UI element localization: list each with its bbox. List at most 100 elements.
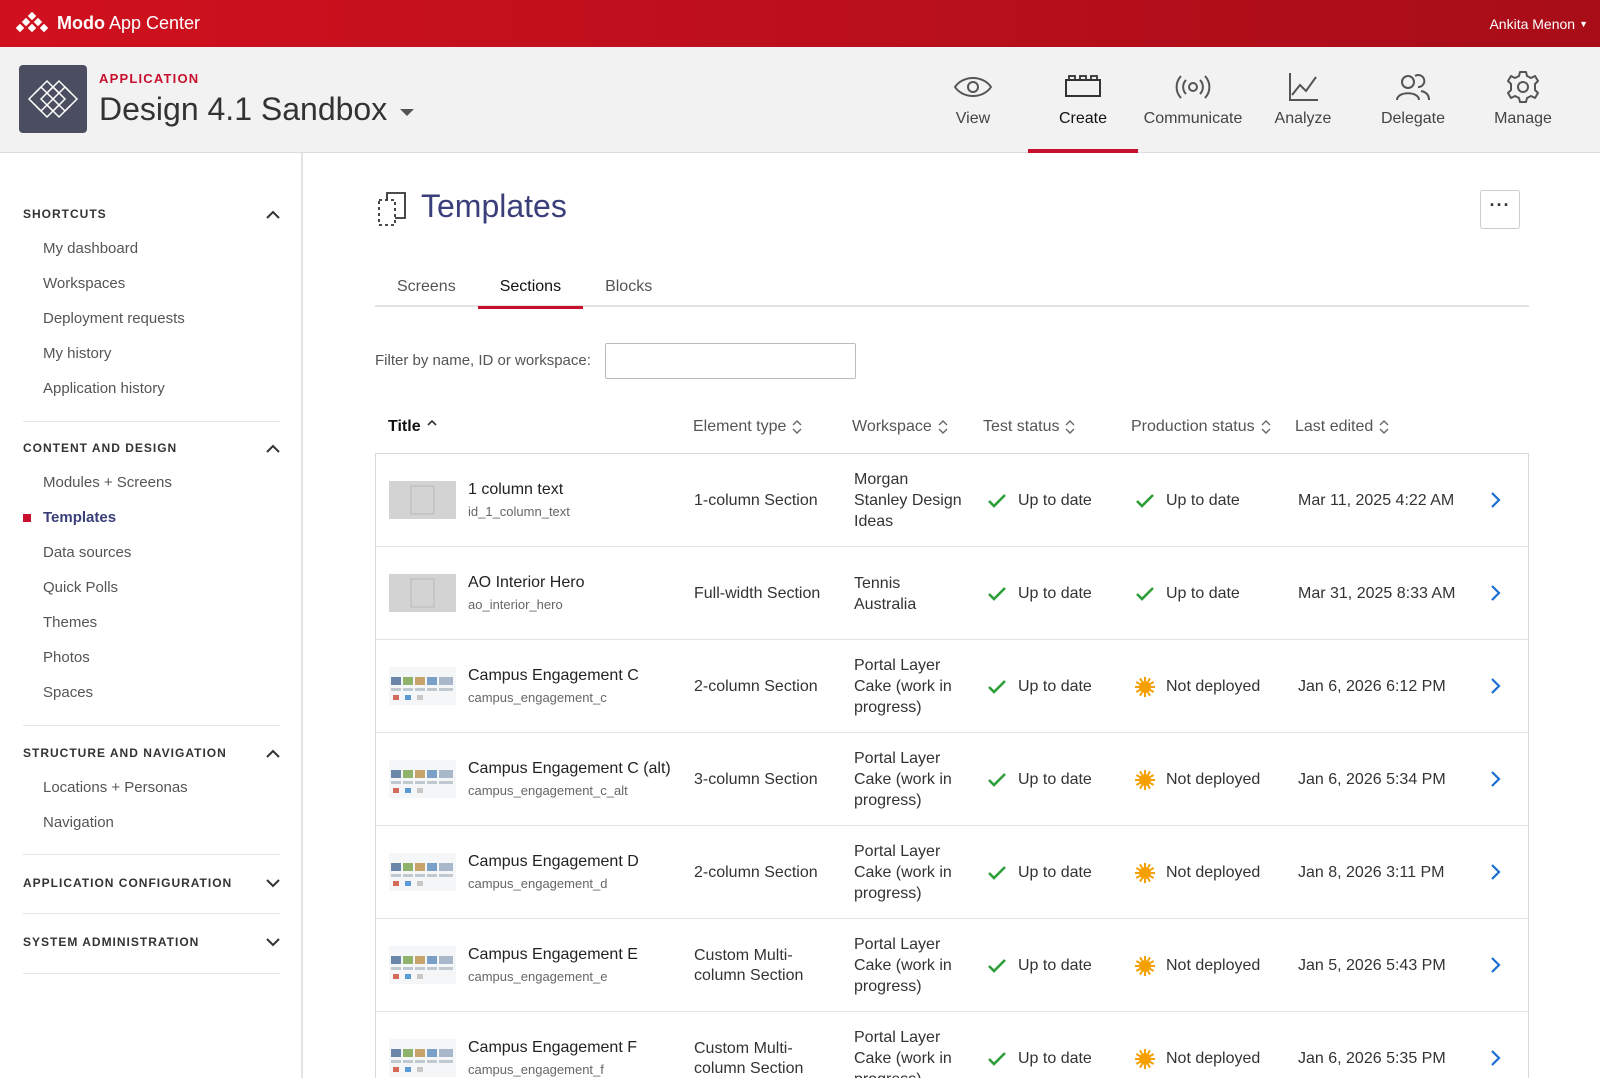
pending-badge-icon (1135, 955, 1155, 976)
sidebar-item-workspaces[interactable]: Workspaces (23, 266, 280, 301)
table-row[interactable]: Campus Engagement C campus_engagement_c 2-… (376, 640, 1528, 733)
table-row[interactable]: Campus Engagement C (alt) campus_engageme… (376, 733, 1528, 826)
test-status: Up to date (986, 547, 1092, 640)
sidebar-item-deployment-requests[interactable]: Deployment requests (23, 301, 280, 336)
sidebar-section-toggle[interactable]: SYSTEM ADMINISTRATION (23, 932, 280, 952)
tab-blocks[interactable]: Blocks (583, 266, 674, 307)
nav-label: View (955, 110, 991, 127)
template-title[interactable]: Campus Engagement C (468, 667, 639, 685)
sidebar-section-system-admin: SYSTEM ADMINISTRATION (23, 932, 280, 952)
sidebar-item-navigation[interactable]: Navigation (23, 805, 280, 840)
template-title[interactable]: AO Interior Hero (468, 574, 584, 592)
column-header-last-edited[interactable]: Last edited (1295, 418, 1389, 436)
sidebar-section-toggle[interactable]: SHORTCUTS (23, 204, 280, 224)
sidebar-item-locations-personas[interactable]: Locations + Personas (23, 770, 280, 805)
app-label: APPLICATION (99, 71, 200, 86)
column-header-element-type[interactable]: Element type (693, 418, 802, 436)
table-row[interactable]: Campus Engagement D campus_engagement_d 2-… (376, 826, 1528, 919)
sidebar-section-content-design: CONTENT AND DESIGN Modules + Screens Tem… (23, 438, 280, 710)
sidebar-item-quick-polls[interactable]: Quick Polls (23, 570, 280, 605)
workspace: Portal Layer Cake (work in progress) (854, 657, 952, 716)
sidebar-item-templates[interactable]: Templates (23, 500, 280, 535)
chevron-up-icon (266, 749, 280, 758)
sidebar-item-my-history[interactable]: My history (23, 336, 280, 371)
template-id: campus_engagement_d (468, 876, 608, 891)
chevron-right-icon[interactable] (1490, 1049, 1502, 1067)
chevron-right-icon[interactable] (1490, 956, 1502, 974)
brand[interactable]: Modo App Center (0, 11, 200, 36)
sidebar-item-data-sources[interactable]: Data sources (23, 535, 280, 570)
template-title[interactable]: Campus Engagement F (468, 1039, 637, 1057)
sidebar-section-toggle[interactable]: APPLICATION CONFIGURATION (23, 873, 280, 893)
chevron-right-icon[interactable] (1490, 584, 1502, 602)
sidebar-item-my-dashboard[interactable]: My dashboard (23, 231, 280, 266)
test-status-text: Up to date (1018, 863, 1092, 881)
chevron-right-icon[interactable] (1490, 770, 1502, 788)
test-status: Up to date (986, 1012, 1092, 1078)
sidebar-section-toggle[interactable]: STRUCTURE AND NAVIGATION (23, 743, 280, 763)
nav-label: Delegate (1380, 110, 1446, 127)
chevron-right-icon[interactable] (1490, 863, 1502, 881)
pending-badge-icon (1135, 769, 1155, 790)
template-title[interactable]: Campus Engagement D (468, 853, 639, 871)
column-header-test-status[interactable]: Test status (983, 418, 1075, 436)
nav-label: Analyze (1274, 110, 1332, 127)
column-header-label: Element type (693, 418, 787, 435)
table-row[interactable]: 1 column text id_1_column_text 1-column Se… (376, 454, 1528, 547)
nav-create[interactable]: Create (1028, 47, 1138, 153)
template-title[interactable]: 1 column text (468, 481, 563, 499)
pending-badge-icon (1135, 862, 1155, 883)
column-header-workspace[interactable]: Workspace (852, 418, 948, 436)
table-row[interactable]: Campus Engagement F campus_engagement_f Cu… (376, 1012, 1528, 1078)
tab-sections[interactable]: Sections (477, 266, 584, 309)
template-id: ao_interior_hero (468, 597, 563, 612)
test-status-text: Up to date (1018, 770, 1092, 788)
check-icon (988, 865, 1006, 880)
element-type: 2-column Section (694, 677, 818, 695)
column-header-title[interactable]: Title (388, 418, 437, 436)
template-id: campus_engagement_e (468, 969, 608, 984)
last-edited: Jan 5, 2026 5:43 PM (1298, 956, 1446, 974)
table-row[interactable]: AO Interior Hero ao_interior_hero Full-wid… (376, 547, 1528, 640)
top-bar: Modo App Center Ankita Menon ▼ (0, 0, 1600, 47)
test-status: Up to date (986, 826, 1092, 919)
column-header-label: Title (388, 418, 421, 435)
nav-analyze[interactable]: Analyze (1248, 47, 1358, 152)
workspace: Tennis Australia (854, 574, 917, 613)
sidebar-item-modules-screens[interactable]: Modules + Screens (23, 465, 280, 500)
tab-screens[interactable]: Screens (375, 266, 478, 307)
tab-bar: Screens Sections Blocks (375, 266, 1529, 309)
sidebar-heading: SYSTEM ADMINISTRATION (23, 935, 200, 949)
chevron-right-icon[interactable] (1490, 677, 1502, 695)
sidebar-item-spaces[interactable]: Spaces (23, 675, 280, 710)
sidebar-item-themes[interactable]: Themes (23, 605, 280, 640)
users-icon (1396, 74, 1430, 101)
nav-manage[interactable]: Manage (1468, 47, 1578, 152)
sidebar-item-photos[interactable]: Photos (23, 640, 280, 675)
sidebar-heading: CONTENT AND DESIGN (23, 441, 178, 455)
chevron-down-icon (266, 937, 280, 946)
production-status: Not deployed (1134, 919, 1260, 1012)
column-header-production-status[interactable]: Production status (1131, 418, 1271, 436)
filter-input[interactable] (605, 343, 856, 379)
template-thumbnail (389, 1039, 456, 1077)
last-edited: Jan 6, 2026 6:12 PM (1298, 677, 1446, 695)
template-title[interactable]: Campus Engagement E (468, 946, 638, 964)
chevron-up-icon (266, 210, 280, 219)
nav-label: Manage (1494, 110, 1552, 127)
nav-delegate[interactable]: Delegate (1358, 47, 1468, 152)
sidebar-item-application-history[interactable]: Application history (23, 371, 280, 406)
nav-label: Communicate (1143, 110, 1243, 127)
column-header-label: Test status (983, 418, 1060, 435)
app-switcher[interactable]: Design 4.1 Sandbox (99, 91, 415, 128)
user-menu[interactable]: Ankita Menon ▼ (1489, 16, 1600, 32)
table-row[interactable]: Campus Engagement E campus_engagement_e Cu… (376, 919, 1528, 1012)
more-options-button[interactable]: ··· (1480, 190, 1520, 229)
test-status: Up to date (986, 454, 1092, 547)
test-status-text: Up to date (1018, 677, 1092, 695)
sidebar-section-toggle[interactable]: CONTENT AND DESIGN (23, 438, 280, 458)
chevron-right-icon[interactable] (1490, 491, 1502, 509)
nav-communicate[interactable]: Communicate (1138, 47, 1248, 152)
nav-view[interactable]: View (918, 47, 1028, 152)
template-title[interactable]: Campus Engagement C (alt) (468, 760, 671, 778)
